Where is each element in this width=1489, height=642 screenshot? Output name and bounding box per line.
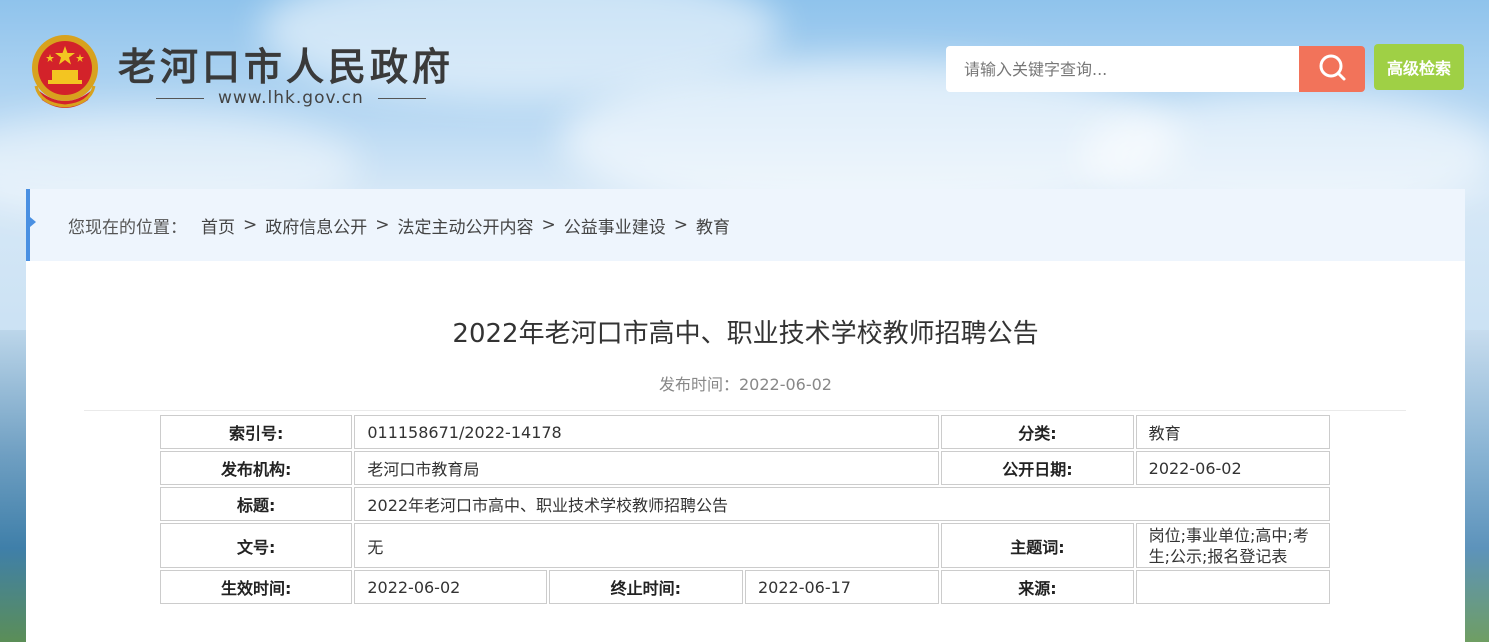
article-title: 2022年老河口市高中、职业技术学校教师招聘公告 bbox=[452, 319, 1039, 349]
breadcrumb-separator: > bbox=[541, 215, 556, 235]
breadcrumb-separator: > bbox=[673, 215, 688, 235]
keywords-label: 主题词: bbox=[941, 523, 1134, 568]
breadcrumb-separator: > bbox=[243, 215, 258, 235]
search-button[interactable] bbox=[1299, 46, 1365, 92]
breadcrumb: 您现在的位置： 首页 > 政府信息公开 > 法定主动公开内容 > 公益事业建设 … bbox=[26, 189, 1465, 261]
breadcrumb-separator: > bbox=[375, 215, 390, 235]
source-value bbox=[1135, 570, 1330, 604]
index-value: 011158671/2022-14178 bbox=[354, 415, 940, 449]
landscape-decoration-right bbox=[1463, 330, 1489, 642]
source-label: 来源: bbox=[941, 570, 1134, 604]
open-date-value: 2022-06-02 bbox=[1135, 451, 1330, 485]
breadcrumb-statutory-content[interactable]: 法定主动公开内容 bbox=[398, 213, 534, 238]
title-value: 2022年老河口市高中、职业技术学校教师招聘公告 bbox=[354, 487, 1330, 521]
table-row: 文号: 无 主题词: 岗位;事业单位;高中;考生;公示;报名登记表 bbox=[160, 523, 1330, 568]
national-emblem-icon bbox=[26, 30, 104, 110]
table-row: 标题: 2022年老河口市高中、职业技术学校教师招聘公告 bbox=[160, 487, 1330, 521]
title-label: 标题: bbox=[160, 487, 353, 521]
keywords-value: 岗位;事业单位;高中;考生;公示;报名登记表 bbox=[1135, 523, 1330, 568]
category-label: 分类: bbox=[941, 415, 1134, 449]
breadcrumb-education[interactable]: 教育 bbox=[696, 213, 730, 238]
url-line-left bbox=[156, 97, 204, 99]
doc-number-label: 文号: bbox=[160, 523, 353, 568]
breadcrumb-gov-info[interactable]: 政府信息公开 bbox=[265, 213, 367, 238]
doc-number-value: 无 bbox=[354, 523, 940, 568]
category-value: 教育 bbox=[1135, 415, 1330, 449]
site-url: www.lhk.gov.cn bbox=[156, 88, 426, 108]
index-label: 索引号: bbox=[160, 415, 353, 449]
end-time-label: 终止时间: bbox=[548, 570, 743, 604]
table-row: 索引号: 011158671/2022-14178 分类: 教育 bbox=[160, 415, 1330, 449]
url-line-right bbox=[377, 97, 426, 99]
table-row: 生效时间: 2022-06-02 终止时间: 2022-06-17 来源: bbox=[160, 570, 1330, 604]
effective-time-value: 2022-06-02 bbox=[354, 570, 547, 604]
divider bbox=[84, 410, 1406, 411]
publish-time: 发布时间：2022-06-02 bbox=[659, 375, 832, 394]
breadcrumb-arrow-icon bbox=[30, 217, 36, 227]
table-row: 发布机构: 老河口市教育局 公开日期: 2022-06-02 bbox=[160, 451, 1330, 485]
effective-time-label: 生效时间: bbox=[160, 570, 353, 604]
search-icon bbox=[1317, 52, 1347, 86]
advanced-search-button[interactable]: 高级检索 bbox=[1374, 44, 1464, 90]
landscape-decoration-left bbox=[0, 330, 26, 642]
open-date-label: 公开日期: bbox=[941, 451, 1134, 485]
publisher-label: 发布机构: bbox=[160, 451, 353, 485]
main-content: 2022年老河口市高中、职业技术学校教师招聘公告 发布时间：2022-06-02… bbox=[26, 261, 1465, 642]
site-title: 老河口市人民政府 bbox=[118, 45, 455, 89]
breadcrumb-prefix: 您现在的位置： bbox=[68, 217, 187, 238]
breadcrumb-public-welfare[interactable]: 公益事业建设 bbox=[564, 213, 666, 238]
end-time-value: 2022-06-17 bbox=[744, 570, 940, 604]
breadcrumb-home[interactable]: 首页 bbox=[201, 213, 235, 238]
metadata-table: 索引号: 011158671/2022-14178 分类: 教育 发布机构: 老… bbox=[158, 413, 1332, 606]
search-input[interactable] bbox=[946, 46, 1300, 92]
site-url-text: www.lhk.gov.cn bbox=[218, 88, 364, 108]
publisher-value: 老河口市教育局 bbox=[354, 451, 940, 485]
